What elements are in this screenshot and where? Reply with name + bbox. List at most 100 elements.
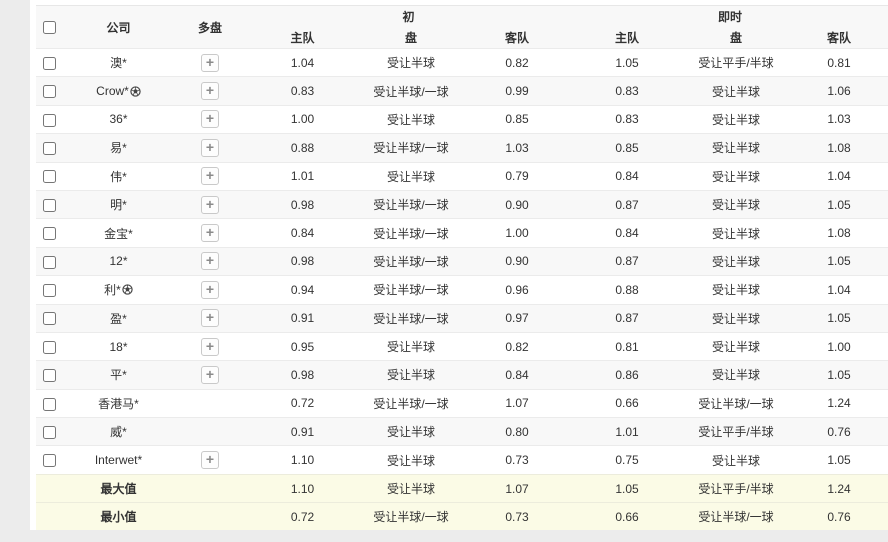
live-handicap: 受让半球/一球 xyxy=(682,389,790,417)
row-checkbox-cell xyxy=(36,219,62,247)
company-name-wrap: 平* xyxy=(110,366,127,383)
row-checkbox[interactable] xyxy=(43,369,56,382)
initial-away-odds: 0.90 xyxy=(462,247,572,275)
initial-away-odds: 0.82 xyxy=(462,49,572,77)
expand-plus-button[interactable]: + xyxy=(201,139,219,157)
row-checkbox[interactable] xyxy=(43,426,56,439)
row-checkbox-cell xyxy=(36,418,62,446)
initial-away-odds: 1.07 xyxy=(462,389,572,417)
initial-home-odds: 1.10 xyxy=(245,446,360,474)
company-name-wrap: 澳* xyxy=(110,54,127,71)
initial-home-odds: 0.95 xyxy=(245,332,360,360)
expand-plus-button[interactable]: + xyxy=(201,281,219,299)
table-row: 伟*+1.01受让半球0.790.84受让半球1.04 xyxy=(36,162,888,190)
company-name-wrap: 36* xyxy=(109,112,127,126)
summary-live-handicap: 受让平手/半球 xyxy=(682,474,790,502)
initial-away-odds: 0.80 xyxy=(462,418,572,446)
expand-plus-button[interactable]: + xyxy=(201,451,219,469)
row-checkbox[interactable] xyxy=(43,170,56,183)
expand-plus-button[interactable]: + xyxy=(201,338,219,356)
initial-away-odds: 0.97 xyxy=(462,304,572,332)
multi-handicap-cell: + xyxy=(175,446,245,474)
odds-page: 公司 多盘 初 即时 主队 盘 客队 主队 盘 客队 澳*+1.04受让半球0.… xyxy=(0,0,888,542)
live-handicap: 受让半球 xyxy=(682,304,790,332)
row-checkbox[interactable] xyxy=(43,341,56,354)
initial-handicap: 受让半球/一球 xyxy=(360,77,462,105)
row-checkbox[interactable] xyxy=(43,227,56,240)
summary-initial-away-odds: 0.73 xyxy=(462,503,572,531)
column-header-live-home: 主队 xyxy=(572,27,682,49)
expand-plus-button[interactable]: + xyxy=(201,224,219,242)
multi-handicap-cell: + xyxy=(175,162,245,190)
live-home-odds: 0.87 xyxy=(572,247,682,275)
company-cell: 香港马* xyxy=(62,389,175,417)
table-row: 12*+0.98受让半球/一球0.900.87受让半球1.05 xyxy=(36,247,888,275)
live-away-odds: 1.03 xyxy=(790,105,888,133)
table-header: 公司 多盘 初 即时 主队 盘 客队 主队 盘 客队 xyxy=(36,6,888,49)
row-checkbox[interactable] xyxy=(43,57,56,70)
company-cell: 易* xyxy=(62,134,175,162)
row-checkbox[interactable] xyxy=(43,454,56,467)
live-away-odds: 0.76 xyxy=(790,418,888,446)
expand-plus-button[interactable]: + xyxy=(201,196,219,214)
odds-comparison-table: 公司 多盘 初 即时 主队 盘 客队 主队 盘 客队 澳*+1.04受让半球0.… xyxy=(36,5,888,531)
row-checkbox[interactable] xyxy=(43,284,56,297)
column-header-live-handicap: 盘 xyxy=(682,27,790,49)
summary-live-away-odds: 1.24 xyxy=(790,474,888,502)
summary-live-home-odds: 1.05 xyxy=(572,474,682,502)
multi-handicap-cell: + xyxy=(175,304,245,332)
expand-plus-button[interactable]: + xyxy=(201,309,219,327)
row-checkbox-cell xyxy=(36,361,62,389)
live-away-odds: 1.04 xyxy=(790,162,888,190)
select-all-checkbox[interactable] xyxy=(43,21,56,34)
live-home-odds: 0.83 xyxy=(572,105,682,133)
expand-plus-button[interactable]: + xyxy=(201,252,219,270)
initial-home-odds: 0.91 xyxy=(245,304,360,332)
row-checkbox[interactable] xyxy=(43,199,56,212)
expand-plus-button[interactable]: + xyxy=(201,82,219,100)
initial-handicap: 受让半球 xyxy=(360,361,462,389)
live-handicap: 受让半球 xyxy=(682,77,790,105)
live-home-odds: 1.05 xyxy=(572,49,682,77)
row-checkbox[interactable] xyxy=(43,114,56,127)
company-name: 澳* xyxy=(110,54,127,71)
live-home-odds: 0.87 xyxy=(572,190,682,218)
row-checkbox[interactable] xyxy=(43,85,56,98)
row-checkbox-cell xyxy=(36,190,62,218)
row-checkbox-cell xyxy=(36,446,62,474)
initial-away-odds: 0.96 xyxy=(462,276,572,304)
row-checkbox[interactable] xyxy=(43,142,56,155)
row-checkbox-cell xyxy=(36,105,62,133)
row-checkbox[interactable] xyxy=(43,312,56,325)
summary-row: 最大值1.10受让半球1.071.05受让平手/半球1.24 xyxy=(36,474,888,502)
table-row: 香港马*0.72受让半球/一球1.070.66受让半球/一球1.24 xyxy=(36,389,888,417)
summary-empty-cell xyxy=(36,503,62,531)
live-handicap: 受让半球 xyxy=(682,332,790,360)
initial-handicap: 受让半球/一球 xyxy=(360,190,462,218)
expand-plus-button[interactable]: + xyxy=(201,54,219,72)
expand-plus-button[interactable]: + xyxy=(201,366,219,384)
summary-live-home-odds: 0.66 xyxy=(572,503,682,531)
company-name: 36* xyxy=(109,112,127,126)
expand-plus-button[interactable]: + xyxy=(201,110,219,128)
live-home-odds: 0.75 xyxy=(572,446,682,474)
live-away-odds: 1.05 xyxy=(790,361,888,389)
initial-home-odds: 0.72 xyxy=(245,389,360,417)
expand-plus-button[interactable]: + xyxy=(201,167,219,185)
row-checkbox[interactable] xyxy=(43,256,56,269)
row-checkbox[interactable] xyxy=(43,398,56,411)
row-checkbox-cell xyxy=(36,49,62,77)
initial-home-odds: 0.98 xyxy=(245,190,360,218)
company-name-wrap: 金宝* xyxy=(104,225,133,242)
initial-home-odds: 1.01 xyxy=(245,162,360,190)
live-home-odds: 1.01 xyxy=(572,418,682,446)
company-name: 伟* xyxy=(110,168,127,185)
live-handicap: 受让半球 xyxy=(682,162,790,190)
odds-table-container: 公司 多盘 初 即时 主队 盘 客队 主队 盘 客队 澳*+1.04受让半球0.… xyxy=(30,0,888,530)
initial-handicap: 受让半球 xyxy=(360,332,462,360)
initial-handicap: 受让半球 xyxy=(360,49,462,77)
initial-away-odds: 0.99 xyxy=(462,77,572,105)
multi-handicap-cell: + xyxy=(175,105,245,133)
initial-away-odds: 0.79 xyxy=(462,162,572,190)
multi-handicap-cell xyxy=(175,389,245,417)
